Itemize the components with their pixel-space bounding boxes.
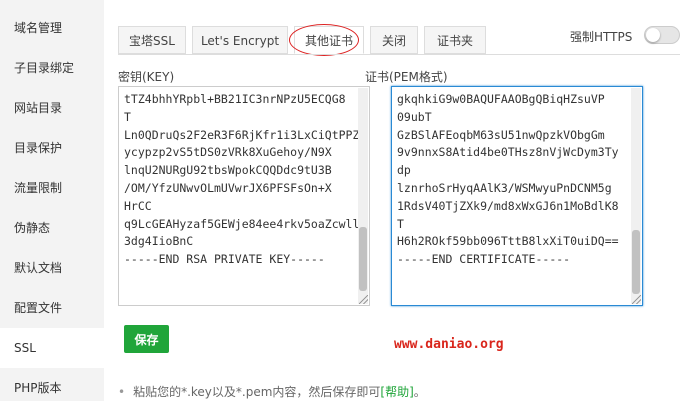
- note-bullet: •: [118, 385, 126, 399]
- key-resize-handle[interactable]: [359, 295, 368, 304]
- textarea-line: tTZ4bhhYRpbl+BB21IC3nrNPzU5ECQG8: [124, 92, 346, 106]
- textarea-line: 1RdsV40TjZXk9/md8xWxGJ6n1MoBdlK8: [397, 198, 619, 213]
- tab-lets-encrypt[interactable]: Let's Encrypt: [192, 26, 288, 54]
- textarea-line: HrCC: [124, 198, 152, 213]
- textarea-line: H6h2ROkf59bb096TttB8lxXiT0uiDQ==: [397, 234, 619, 249]
- tab-other-cert[interactable]: 其他证书: [289, 24, 364, 56]
- textarea-line: -----END RSA PRIVATE KEY-----: [124, 252, 325, 267]
- save-button[interactable]: 保存: [124, 325, 169, 353]
- key-scrollbar[interactable]: [358, 88, 368, 304]
- sidebar-item-subdir-binding[interactable]: 子目录绑定: [0, 48, 104, 88]
- toggle-knob: [646, 28, 660, 42]
- textarea-line: 09ubT: [397, 109, 432, 124]
- cert-textarea[interactable]: gkqhkiG9w0BAQUFAAOBgQBiqHZsuVP 09ubT GzBSl…: [391, 86, 643, 306]
- textarea-line: /OM/YfzUNwvOLmUVwrJX6PFSFsOn+X: [124, 180, 332, 195]
- textarea-line: T: [124, 109, 131, 124]
- sidebar-item-ssl[interactable]: SSL: [0, 328, 104, 368]
- textarea-line: dp: [397, 163, 411, 178]
- sidebar-item-dir-protect[interactable]: 目录保护: [0, 128, 104, 168]
- cert-resize-handle[interactable]: [632, 295, 641, 304]
- textarea-line: Ln0QDruQs2F2eR3F6RjKfr1i3LxCiQtPPZ: [124, 127, 360, 142]
- textarea-line: 9v9nnxS8Atid4be0THsz8nVjWcDym3Ty: [397, 145, 619, 160]
- cert-label: 证书(PEM格式): [365, 70, 448, 84]
- note-text: 粘贴您的*.key以及*.pem内容，然后保存即可: [133, 385, 381, 399]
- help-note: • 粘贴您的*.key以及*.pem内容，然后保存即可[帮助]。: [118, 383, 426, 400]
- textarea-line: -----END CERTIFICATE-----: [397, 252, 571, 267]
- tab-other-cert-label: 其他证书: [304, 34, 353, 48]
- cert-scrollbar-thumb[interactable]: [632, 230, 640, 294]
- key-label: 密钥(KEY): [118, 70, 175, 84]
- sidebar-item-php-version[interactable]: PHP版本: [0, 368, 104, 408]
- sidebar-item-default-doc[interactable]: 默认文档: [0, 248, 104, 288]
- sidebar-item-domain[interactable]: 域名管理: [0, 0, 104, 48]
- textarea-line: ycypzp2vS5tDS0zVRk8XuGehoy/N9X: [124, 145, 332, 160]
- key-textarea-content: tTZ4bhhYRpbl+BB21IC3nrNPzU5ECQG8 T Ln0QDru…: [124, 91, 360, 269]
- help-link[interactable]: [帮助]: [380, 385, 413, 399]
- watermark-text: www.daniao.org: [394, 337, 504, 352]
- textarea-line: lnqU2NURgU92tbsWpokCQQDdc9tU3B: [124, 163, 332, 178]
- tab-close[interactable]: 关闭: [370, 26, 418, 54]
- key-scrollbar-thumb[interactable]: [359, 227, 367, 291]
- textarea-line: GzBSlAFEoqbM63sU51nwQpzkVObgGm: [397, 127, 605, 142]
- cert-scrollbar[interactable]: [631, 88, 641, 304]
- sidebar-item-rewrite[interactable]: 伪静态: [0, 208, 104, 248]
- textarea-line: gkqhkiG9w0BAQUFAAOBgQBiqHZsuVP: [397, 92, 605, 106]
- tab-bt-ssl[interactable]: 宝塔SSL: [118, 26, 186, 54]
- note-end: 。: [413, 385, 426, 399]
- sidebar-item-site-directory[interactable]: 网站目录: [0, 88, 104, 128]
- tab-cert-folder[interactable]: 证书夹: [424, 26, 486, 54]
- force-https-label: 强制HTTPS: [570, 30, 633, 44]
- textarea-line: q9LcGEAHyzaf5GEWje84ee4rkv5oaZcwll: [124, 216, 360, 231]
- force-https-toggle[interactable]: [644, 26, 680, 44]
- tab-divider: [118, 54, 680, 55]
- sidebar-item-config-file[interactable]: 配置文件: [0, 288, 104, 328]
- sidebar-item-traffic-limit[interactable]: 流量限制: [0, 168, 104, 208]
- textarea-line: T: [397, 216, 404, 231]
- key-textarea[interactable]: tTZ4bhhYRpbl+BB21IC3nrNPzU5ECQG8 T Ln0QDru…: [118, 86, 370, 306]
- textarea-line: lznrhoSrHyqAAlK3/WSMwyuPnDCNM5g: [397, 180, 612, 195]
- cert-textarea-content: gkqhkiG9w0BAQUFAAOBgQBiqHZsuVP 09ubT GzBSl…: [397, 91, 628, 269]
- sidebar: 域名管理 子目录绑定 网站目录 目录保护 流量限制 伪静态 默认文档 配置文件 …: [0, 0, 104, 401]
- textarea-line: 3dg4IioBnC: [124, 234, 194, 249]
